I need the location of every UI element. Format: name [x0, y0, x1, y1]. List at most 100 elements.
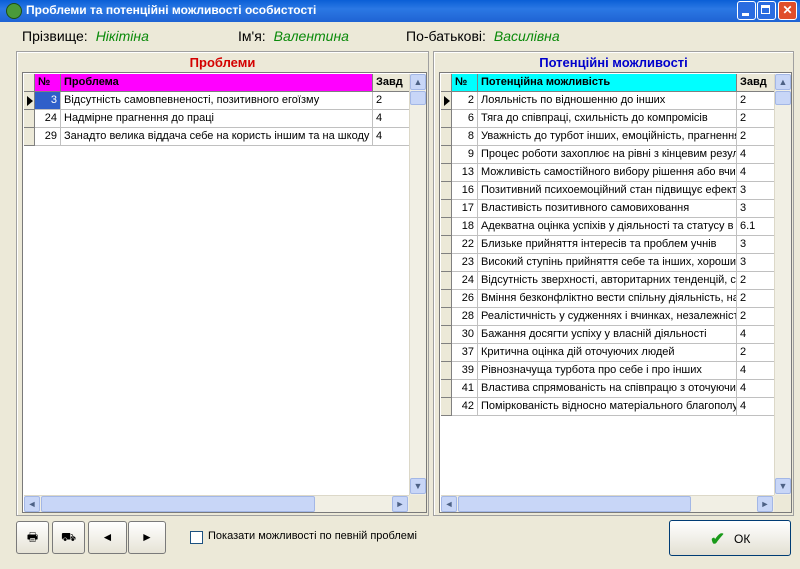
- cell-text[interactable]: Процес роботи захоплює на рівні з кінцев…: [478, 146, 737, 164]
- cell-text[interactable]: Тяга до співпраці, схильність до компром…: [478, 110, 737, 128]
- cell-text[interactable]: Адекватна оцінка успіхів у діяльності та…: [478, 218, 737, 236]
- show-by-problem-checkbox[interactable]: [190, 531, 203, 544]
- cell-num[interactable]: 42: [452, 398, 478, 416]
- next-button[interactable]: ►: [128, 521, 166, 554]
- cell-num[interactable]: 28: [452, 308, 478, 326]
- ok-button[interactable]: ✔ ОК: [669, 520, 791, 556]
- cell-num[interactable]: 30: [452, 326, 478, 344]
- scroll-up-button[interactable]: ▲: [410, 74, 426, 90]
- cell-num[interactable]: 13: [452, 164, 478, 182]
- scroll-thumb[interactable]: [410, 91, 426, 105]
- cell-num[interactable]: 24: [452, 272, 478, 290]
- problems-header-2[interactable]: Завд: [373, 74, 413, 92]
- opportunities-header-1[interactable]: Потенційна можливість: [478, 74, 737, 92]
- cell-num[interactable]: 2: [452, 92, 478, 110]
- cell-task[interactable]: 2: [737, 110, 777, 128]
- problems-horizontal-scrollbar[interactable]: ◄ ►: [24, 495, 409, 512]
- minimize-button[interactable]: [737, 1, 756, 20]
- cell-num[interactable]: 39: [452, 362, 478, 380]
- problems-header-1[interactable]: Проблема: [61, 74, 373, 92]
- cell-text[interactable]: Вміння безконфліктно вести спільну діяль…: [478, 290, 737, 308]
- cell-num[interactable]: 41: [452, 380, 478, 398]
- scroll-up-button[interactable]: ▲: [775, 74, 791, 90]
- cell-num[interactable]: 3: [35, 92, 61, 110]
- cell-text[interactable]: Властивість позитивного самовиховання: [478, 200, 737, 218]
- scroll-down-button[interactable]: ▼: [775, 478, 791, 494]
- cell-task[interactable]: 4: [373, 110, 413, 128]
- cell-text[interactable]: Надмірне прагнення до праці: [61, 110, 373, 128]
- cell-num[interactable]: 23: [452, 254, 478, 272]
- cell-task[interactable]: 4: [737, 326, 777, 344]
- cell-task[interactable]: 4: [373, 128, 413, 146]
- opportunities-vertical-scrollbar[interactable]: ▲ ▼: [774, 74, 791, 495]
- show-by-problem-label[interactable]: Показати можливості по певній проблемі: [208, 530, 417, 542]
- opportunities-horizontal-scrollbar[interactable]: ◄ ►: [441, 495, 774, 512]
- scroll-thumb[interactable]: [458, 496, 691, 512]
- opportunities-header-2[interactable]: Завд: [737, 74, 777, 92]
- cell-num[interactable]: 17: [452, 200, 478, 218]
- cell-text[interactable]: Високий ступінь прийняття себе та інших,…: [478, 254, 737, 272]
- cell-text[interactable]: Бажання досягти успіху у власній діяльно…: [478, 326, 737, 344]
- cell-task[interactable]: 3: [737, 200, 777, 218]
- cell-task[interactable]: 2: [373, 92, 413, 110]
- cell-task[interactable]: 2: [737, 308, 777, 326]
- scroll-left-button[interactable]: ◄: [24, 496, 40, 512]
- scroll-left-button[interactable]: ◄: [441, 496, 457, 512]
- checkmark-icon: ✔: [710, 529, 726, 549]
- maximize-button[interactable]: [757, 1, 776, 20]
- problems-grid[interactable]: № Проблема Завд 3 Відсутність самовпевненост…: [22, 72, 427, 513]
- cell-num[interactable]: 22: [452, 236, 478, 254]
- cell-text[interactable]: Властива спрямованість на співпрацю з от…: [478, 380, 737, 398]
- scroll-thumb[interactable]: [41, 496, 315, 512]
- cell-task[interactable]: 4: [737, 380, 777, 398]
- opportunities-grid[interactable]: № Потенційна можливість Завд 2 Лояльність по…: [439, 72, 792, 513]
- cell-num[interactable]: 9: [452, 146, 478, 164]
- cell-task[interactable]: 4: [737, 146, 777, 164]
- cell-text[interactable]: Близьке прийняття інтересів та проблем у…: [478, 236, 737, 254]
- cell-num[interactable]: 37: [452, 344, 478, 362]
- scroll-right-button[interactable]: ►: [392, 496, 408, 512]
- cell-task[interactable]: 3: [737, 236, 777, 254]
- cell-task[interactable]: 2: [737, 128, 777, 146]
- cell-task[interactable]: 2: [737, 92, 777, 110]
- cell-text[interactable]: Можливість самостійного вибору рішення а…: [478, 164, 737, 182]
- cell-task[interactable]: 4: [737, 398, 777, 416]
- cell-task[interactable]: 3: [737, 182, 777, 200]
- cell-task[interactable]: 2: [737, 344, 777, 362]
- cell-num[interactable]: 29: [35, 128, 61, 146]
- cell-num[interactable]: 24: [35, 110, 61, 128]
- cell-task[interactable]: 2: [737, 290, 777, 308]
- close-button[interactable]: ✕: [778, 1, 797, 20]
- row-indicator: [24, 128, 35, 146]
- cell-num[interactable]: 8: [452, 128, 478, 146]
- cell-num[interactable]: 16: [452, 182, 478, 200]
- cell-text[interactable]: Рівнозначуща турбота про себе і про інши…: [478, 362, 737, 380]
- export-button[interactable]: ⛟: [52, 521, 85, 554]
- print-button[interactable]: 🖶: [16, 521, 49, 554]
- scroll-thumb[interactable]: [775, 91, 791, 105]
- cell-task[interactable]: 4: [737, 362, 777, 380]
- cell-text[interactable]: Позитивний психоемоційний стан підвищує …: [478, 182, 737, 200]
- cell-num[interactable]: 18: [452, 218, 478, 236]
- cell-text[interactable]: Уважність до турбот інших, емоційність, …: [478, 128, 737, 146]
- cell-num[interactable]: 6: [452, 110, 478, 128]
- cell-text[interactable]: Реалістичність у судженнях і вчинках, не…: [478, 308, 737, 326]
- cell-task[interactable]: 3: [737, 254, 777, 272]
- cell-task[interactable]: 2: [737, 272, 777, 290]
- scroll-down-button[interactable]: ▼: [410, 478, 426, 494]
- cell-text[interactable]: Відсутність самовпевненості, позитивного…: [61, 92, 373, 110]
- problems-header-0[interactable]: №: [35, 74, 61, 92]
- problems-vertical-scrollbar[interactable]: ▲ ▼: [409, 74, 426, 495]
- cell-text[interactable]: Критична оцінка дій оточуючих людей: [478, 344, 737, 362]
- cell-text[interactable]: Лояльність по відношенню до інших: [478, 92, 737, 110]
- cell-task[interactable]: 6.1: [737, 218, 777, 236]
- scrollbar-corner: [409, 495, 426, 512]
- prev-button[interactable]: ◄: [88, 521, 127, 554]
- scroll-right-button[interactable]: ►: [757, 496, 773, 512]
- cell-text[interactable]: Занадто велика віддача себе на користь і…: [61, 128, 373, 146]
- cell-text[interactable]: Поміркованість відносно матеріального бл…: [478, 398, 737, 416]
- cell-task[interactable]: 4: [737, 164, 777, 182]
- cell-text[interactable]: Відсутність зверхності, авторитарних тен…: [478, 272, 737, 290]
- cell-num[interactable]: 26: [452, 290, 478, 308]
- opportunities-header-0[interactable]: №: [452, 74, 478, 92]
